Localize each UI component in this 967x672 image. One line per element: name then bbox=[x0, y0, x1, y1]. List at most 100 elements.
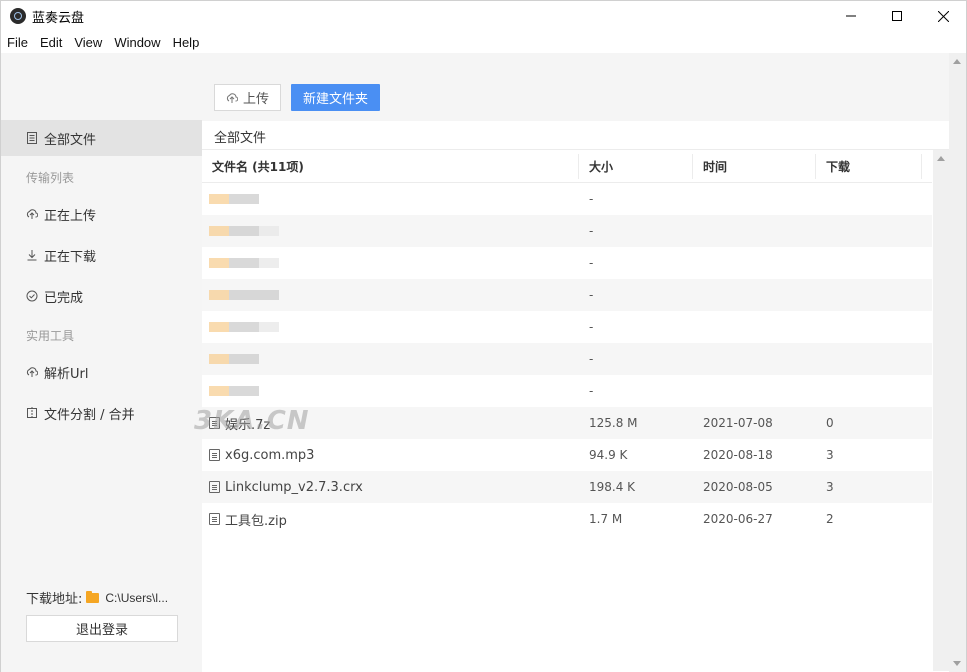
toolbar: 上传 新建文件夹 bbox=[202, 53, 950, 121]
blurred-folder-name bbox=[209, 353, 259, 365]
cell-time: 2021-07-08 bbox=[703, 416, 773, 430]
window-scrollbar[interactable] bbox=[949, 53, 966, 672]
download-path-label: 下载地址: bbox=[26, 592, 83, 607]
scroll-up-arrow-icon[interactable] bbox=[937, 156, 945, 161]
upload-button-label: 上传 bbox=[242, 92, 269, 107]
document-icon bbox=[26, 132, 38, 144]
file-icon bbox=[209, 449, 220, 461]
blurred-folder-name bbox=[209, 257, 279, 269]
table-scrollbar[interactable] bbox=[933, 150, 950, 671]
cell-size: - bbox=[589, 256, 594, 270]
split-icon bbox=[26, 407, 38, 419]
table-row[interactable]: Linkclump_v2.7.3.crx 198.4 K 2020-08-05 … bbox=[202, 471, 932, 503]
window-title: 蓝奏云盘 bbox=[32, 10, 85, 26]
cell-time: 2020-08-05 bbox=[703, 480, 773, 494]
scroll-up-arrow-icon[interactable] bbox=[953, 59, 961, 64]
table-row[interactable]: - bbox=[202, 215, 932, 247]
sidebar-item-parse-url[interactable]: 解析Url bbox=[1, 354, 202, 390]
menu-view[interactable]: View bbox=[68, 35, 108, 50]
main-panel: 上传 新建文件夹 全部文件 文件名 (共11项) 大小 时间 下载 - - - bbox=[202, 53, 966, 672]
column-header-name[interactable]: 文件名 (共11项) bbox=[202, 150, 579, 183]
column-header-time[interactable]: 时间 bbox=[693, 150, 816, 183]
new-folder-button[interactable]: 新建文件夹 bbox=[291, 84, 380, 111]
cell-size: 198.4 K bbox=[589, 480, 636, 494]
file-icon bbox=[209, 481, 220, 493]
breadcrumb[interactable]: 全部文件 bbox=[214, 127, 266, 146]
cell-downloads: 3 bbox=[826, 480, 834, 494]
table-row[interactable]: - bbox=[202, 311, 932, 343]
cell-filename[interactable]: 娱乐.7z bbox=[225, 414, 270, 433]
sidebar-item-label: 解析Url bbox=[44, 366, 89, 382]
cell-size: - bbox=[589, 320, 594, 334]
table-row[interactable]: x6g.com.mp3 94.9 K 2020-08-18 3 bbox=[202, 439, 932, 471]
close-button[interactable] bbox=[920, 1, 966, 31]
cell-size: - bbox=[589, 224, 594, 238]
close-icon bbox=[937, 10, 949, 22]
column-header-size[interactable]: 大小 bbox=[579, 150, 693, 183]
cell-size: 1.7 M bbox=[589, 512, 623, 526]
minimize-icon bbox=[846, 15, 856, 17]
logout-button[interactable]: 退出登录 bbox=[26, 615, 178, 642]
maximize-button[interactable] bbox=[874, 1, 920, 31]
sidebar: 全部文件 传输列表 正在上传 正在下载 已完成 实用工具 解析Url 文件分割 … bbox=[1, 53, 202, 672]
sidebar-item-label: 正在下载 bbox=[44, 249, 97, 265]
table-row[interactable]: - bbox=[202, 247, 932, 279]
blurred-folder-name bbox=[209, 289, 279, 301]
cloud-upload-icon bbox=[226, 92, 238, 104]
title-bar: 蓝奏云盘 bbox=[1, 1, 966, 31]
check-circle-icon bbox=[26, 290, 38, 302]
cell-downloads: 0 bbox=[826, 416, 834, 430]
cell-filename[interactable]: x6g.com.mp3 bbox=[225, 448, 314, 463]
app-logo-icon bbox=[10, 8, 26, 24]
cell-filename[interactable]: Linkclump_v2.7.3.crx bbox=[225, 480, 363, 495]
menu-window[interactable]: Window bbox=[108, 35, 166, 50]
maximize-icon bbox=[892, 11, 902, 21]
folder-icon bbox=[86, 590, 100, 603]
sidebar-item-label: 文件分割 / 合并 bbox=[44, 407, 135, 423]
cell-downloads: 3 bbox=[826, 448, 834, 462]
sidebar-item-label: 已完成 bbox=[44, 290, 84, 306]
table-row[interactable]: - bbox=[202, 279, 932, 311]
cell-downloads: 2 bbox=[826, 512, 834, 526]
table-row[interactable]: - bbox=[202, 343, 932, 375]
download-path-value[interactable]: C:\Users\l... bbox=[105, 591, 168, 605]
cloud-link-icon bbox=[26, 366, 38, 378]
scroll-down-arrow-icon[interactable] bbox=[953, 661, 961, 666]
blurred-folder-name bbox=[209, 225, 279, 237]
table-row[interactable]: - bbox=[202, 183, 932, 215]
menu-edit[interactable]: Edit bbox=[34, 35, 68, 50]
sidebar-item-uploading[interactable]: 正在上传 bbox=[1, 196, 202, 232]
sidebar-item-split-merge[interactable]: 文件分割 / 合并 bbox=[1, 395, 202, 431]
table-row[interactable]: - bbox=[202, 375, 932, 407]
table-row[interactable]: 娱乐.7z 125.8 M 2021-07-08 0 bbox=[202, 407, 932, 439]
cell-size: - bbox=[589, 192, 594, 206]
sidebar-item-label: 正在上传 bbox=[44, 208, 97, 224]
cell-size: 125.8 M bbox=[589, 416, 638, 430]
upload-button[interactable]: 上传 bbox=[214, 84, 281, 111]
window-controls bbox=[828, 1, 966, 31]
menu-help[interactable]: Help bbox=[167, 35, 206, 50]
sidebar-group-tools: 实用工具 bbox=[26, 329, 75, 343]
table-row[interactable]: 工具包.zip 1.7 M 2020-06-27 2 bbox=[202, 503, 932, 535]
menu-bar: File Edit View Window Help bbox=[1, 31, 966, 53]
minimize-button[interactable] bbox=[828, 1, 874, 31]
cloud-upload-icon bbox=[26, 208, 38, 220]
column-header-downloads[interactable]: 下载 bbox=[816, 150, 922, 183]
sidebar-item-label: 全部文件 bbox=[44, 132, 97, 148]
file-table: 文件名 (共11项) 大小 时间 下载 - - - - - - - 娱乐.7z … bbox=[202, 150, 932, 535]
cell-time: 2020-08-18 bbox=[703, 448, 773, 462]
blurred-folder-name bbox=[209, 321, 279, 333]
cell-size: - bbox=[589, 352, 594, 366]
sidebar-item-all-files[interactable]: 全部文件 bbox=[1, 120, 202, 156]
menu-file[interactable]: File bbox=[1, 35, 34, 50]
download-icon bbox=[26, 249, 38, 261]
file-icon bbox=[209, 513, 220, 525]
sidebar-item-downloading[interactable]: 正在下载 bbox=[1, 237, 202, 273]
blurred-folder-name bbox=[209, 385, 259, 397]
cell-filename[interactable]: 工具包.zip bbox=[225, 510, 287, 529]
blurred-folder-name bbox=[209, 193, 259, 205]
sidebar-group-transfer: 传输列表 bbox=[26, 171, 75, 185]
cell-size: - bbox=[589, 288, 594, 302]
cell-time: 2020-06-27 bbox=[703, 512, 773, 526]
sidebar-item-completed[interactable]: 已完成 bbox=[1, 278, 202, 314]
